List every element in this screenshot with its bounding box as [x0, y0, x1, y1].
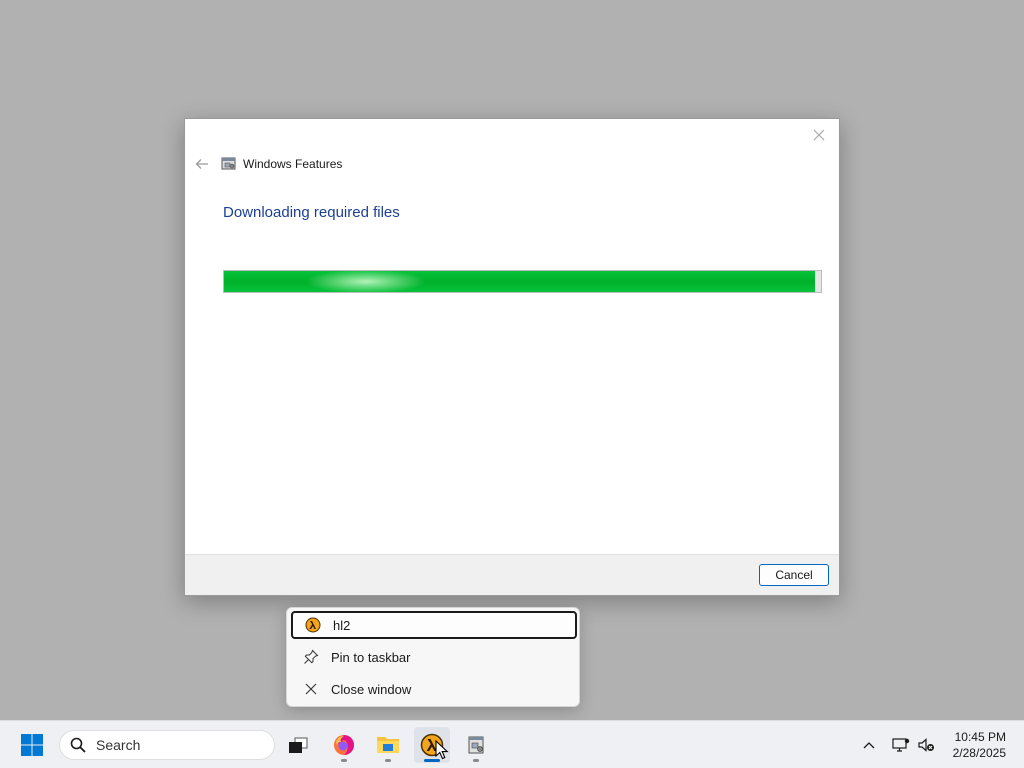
taskbar-app-firefox[interactable]: [326, 727, 362, 763]
running-indicator: [341, 759, 347, 762]
show-hidden-icons-button[interactable]: [857, 733, 881, 757]
running-indicator: [385, 759, 391, 762]
dialog-footer: Cancel: [185, 554, 839, 595]
windows-features-icon: [221, 157, 236, 170]
taskbar-app-file-explorer[interactable]: [370, 727, 406, 763]
jump-list-item-label: Pin to taskbar: [331, 649, 411, 665]
windows-logo-icon: [21, 734, 43, 756]
taskbar-app-windows-features[interactable]: [458, 727, 494, 763]
firefox-icon: [334, 735, 354, 755]
chevron-up-icon: [863, 742, 875, 749]
network-button[interactable]: [889, 733, 913, 757]
windows-features-icon: [468, 736, 484, 754]
windows-features-dialog: Windows Features Downloading required fi…: [184, 118, 840, 596]
progress-bar-fill: [224, 271, 816, 292]
pin-icon: [304, 649, 319, 664]
dialog-title: Windows Features: [243, 157, 343, 171]
jump-list-item-label: hl2: [333, 617, 351, 633]
clock-time: 10:45 PM: [954, 730, 1006, 744]
taskbar-app-hl2[interactable]: [414, 727, 450, 763]
taskbar-jump-list: hl2 Pin to taskbar Close window: [286, 607, 580, 707]
search-input[interactable]: [96, 737, 256, 753]
taskbar: 10:45 PM 2/28/2025: [0, 720, 1024, 768]
cancel-button[interactable]: Cancel: [759, 564, 829, 586]
close-icon: [305, 683, 317, 695]
jump-list-item-label: Close window: [331, 681, 412, 697]
back-arrow-icon: [195, 159, 208, 169]
running-indicator-active: [424, 759, 440, 762]
taskbar-app-task-view[interactable]: [280, 727, 316, 763]
task-view-icon: [289, 737, 308, 753]
clock-date: 2/28/2025: [952, 746, 1006, 760]
volume-muted-icon: [918, 738, 934, 752]
close-icon: [813, 129, 825, 141]
pin-to-taskbar-item[interactable]: Pin to taskbar: [291, 643, 577, 671]
network-icon: [892, 738, 910, 752]
half-life-icon: [305, 617, 321, 633]
dialog-close-button[interactable]: [805, 123, 833, 147]
dialog-heading: Downloading required files: [223, 204, 400, 221]
folder-icon: [377, 737, 399, 753]
half-life-icon: [420, 733, 444, 757]
taskbar-clock[interactable]: 10:45 PM 2/28/2025: [953, 729, 1006, 761]
running-indicator: [473, 759, 479, 762]
back-button[interactable]: [191, 153, 213, 175]
taskbar-search-box[interactable]: [59, 730, 275, 760]
jump-list-item-hl2[interactable]: hl2: [291, 611, 577, 639]
start-button[interactable]: [14, 727, 50, 763]
volume-button[interactable]: [914, 733, 938, 757]
dialog-title-row: Windows Features: [221, 155, 342, 173]
close-window-item[interactable]: Close window: [291, 675, 577, 703]
search-icon: [70, 737, 86, 753]
progress-bar: [223, 270, 822, 293]
